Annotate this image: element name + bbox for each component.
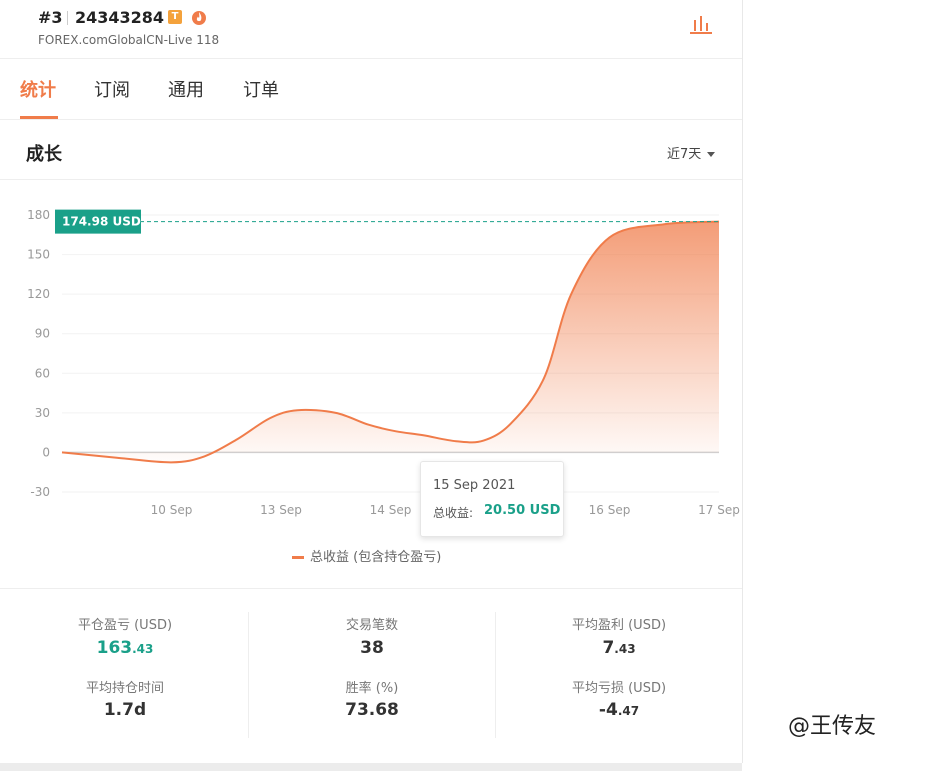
stat-win-rate-label: 胜率 (%) <box>345 681 399 696</box>
y-tick-label: 90 <box>35 327 50 341</box>
tooltip-label: 总收益: <box>433 506 474 520</box>
stat-trades-value: 38 <box>360 638 384 658</box>
stat-closed-pnl-value: 163.43 <box>96 638 154 658</box>
stat-win-rate-value: 73.68 <box>345 700 399 720</box>
chart-legend[interactable]: 总收益 (包含持仓盈亏) <box>292 546 441 565</box>
watermark: @王传友 <box>788 714 877 739</box>
tooltip-value: 20.50 USD <box>484 503 561 518</box>
t-badge-icon: T <box>168 10 182 24</box>
y-tick-label: 30 <box>35 406 50 420</box>
tab-general[interactable]: 通用 <box>168 76 204 102</box>
flame-icon <box>192 11 206 25</box>
stat-avg-profit-label: 平均盈利 (USD) <box>571 618 667 633</box>
stat-avg-hold-label: 平均持仓时间 <box>85 681 164 696</box>
stat-avg-loss-label: 平均亏损 (USD) <box>571 681 667 696</box>
chart-tooltip: 15 Sep 2021 总收益: 20.50 USD <box>420 461 564 537</box>
last-value-label: 174.98 USD <box>62 215 141 229</box>
stats-divider <box>495 612 496 738</box>
tab-subscribe[interactable]: 订阅 <box>94 76 130 102</box>
legend-swatch <box>292 556 304 559</box>
x-tick-label: 13 Sep <box>260 503 302 517</box>
growth-chart: 180 150 120 90 60 30 0 -30 10 Sep 13 Sep 14 Sep 15… <box>27 208 740 517</box>
period-label: 近7天 <box>667 147 702 162</box>
legend-label: 总收益 (包含持仓盈亏) <box>310 550 442 565</box>
x-tick-label: 16 Sep <box>589 503 631 517</box>
stat-closed-pnl-label: 平仓盈亏 (USD) <box>77 618 173 633</box>
stat-avg-loss-value: -4.47 <box>598 700 640 720</box>
divider <box>0 58 742 59</box>
stat-avg-profit-value: 7.43 <box>602 638 636 658</box>
y-tick-label: 60 <box>35 366 50 380</box>
server-name: FOREX.comGlobalCN-Live 118 <box>38 33 220 47</box>
bottom-bar <box>0 763 742 771</box>
rank-label: #3 <box>38 8 63 27</box>
y-tick-label: -30 <box>30 485 50 499</box>
stat-trades-label: 交易笔数 <box>345 618 398 633</box>
y-tick-label: 150 <box>27 248 50 262</box>
section-title: 成长 <box>26 144 62 165</box>
x-tick-label: 17 Sep <box>698 503 740 517</box>
stat-avg-hold-value: 1.7d <box>103 700 147 720</box>
tooltip-date: 15 Sep 2021 <box>433 478 516 493</box>
x-tick-label: 14 Sep <box>370 503 412 517</box>
y-tick-label: 180 <box>27 208 50 222</box>
bar-chart-icon[interactable] <box>689 14 713 36</box>
divider <box>0 588 742 589</box>
y-tick-label: 120 <box>27 287 50 301</box>
strategy-panel: #3 24343284 T FOREX.comGlobalCN-Live 118… <box>0 0 743 763</box>
caret-down-icon <box>707 152 716 157</box>
series-area <box>62 221 719 463</box>
account-id: 24343284 <box>75 8 165 27</box>
stats-divider <box>248 612 249 738</box>
tab-stats[interactable]: 统计 <box>20 76 56 102</box>
tab-orders[interactable]: 订单 <box>243 76 279 102</box>
header-divider <box>67 11 68 25</box>
period-dropdown[interactable]: 近7天 <box>667 143 716 162</box>
divider <box>0 119 742 120</box>
y-tick-label: 0 <box>42 445 50 459</box>
x-tick-label: 10 Sep <box>151 503 193 517</box>
